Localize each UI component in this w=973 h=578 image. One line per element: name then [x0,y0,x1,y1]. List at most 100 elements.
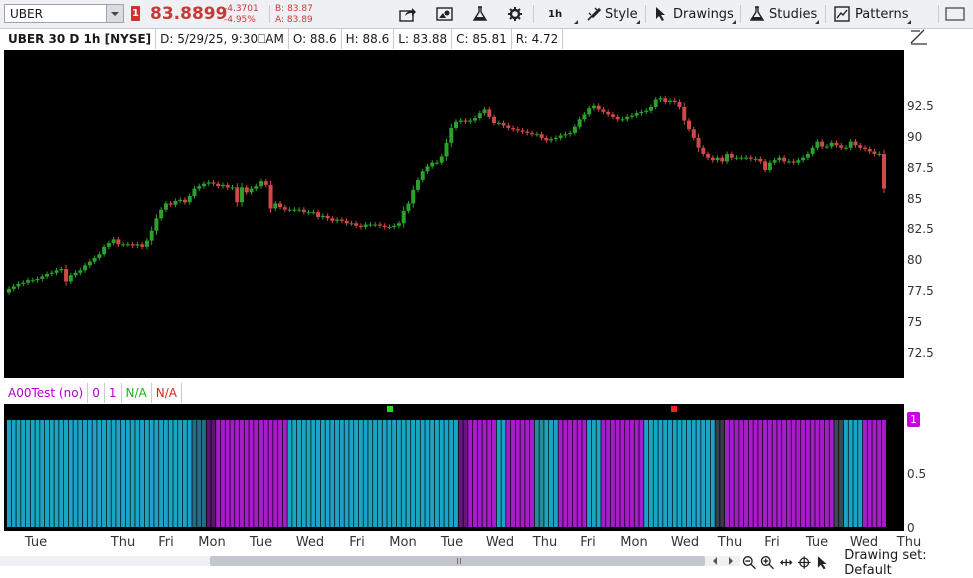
horizontal-scrollbar[interactable] [0,552,740,570]
scroll-left-icon[interactable] [711,557,719,565]
price-chart[interactable] [4,50,904,378]
share-button[interactable] [399,4,417,24]
candlestick [615,114,620,122]
timeframe-button[interactable]: 1h [548,4,579,24]
histogram-bar [715,420,720,527]
symbol-selector[interactable]: UBER [4,4,124,23]
crosshair-icon[interactable] [797,555,811,570]
study-histogram[interactable] [4,404,904,531]
candlestick [629,113,634,120]
scroll-right-icon[interactable] [727,557,735,565]
candle-body [534,134,539,136]
candle-body [7,288,11,293]
candlestick [425,163,430,174]
zoom-in-icon[interactable] [760,555,775,570]
candlestick [620,116,625,122]
candlestick [387,224,392,230]
candle-body [639,111,644,114]
zoom-out-icon[interactable] [742,555,756,570]
candle-body [739,157,744,159]
buy-signal-marker [387,406,393,412]
drawing-set-label[interactable]: Drawing set: Default [844,548,973,578]
snapshot-button[interactable] [436,4,454,24]
histogram-bar [520,420,525,527]
pan-horizontal-icon[interactable] [779,555,793,570]
patterns-button[interactable]: Patterns [834,4,911,24]
histogram-bar [16,420,21,527]
histogram-bar [510,420,516,527]
candle-body [306,212,311,214]
histogram-bar [135,420,140,527]
candle-body [549,139,554,141]
candle-body [201,183,206,187]
share-icon [399,8,416,22]
studies-button[interactable]: Studies [750,4,820,24]
study-value-badge: 1 [907,412,920,427]
alert-badge[interactable]: 1 [131,6,140,21]
candlestick [278,201,283,210]
candlestick [197,183,202,192]
candlestick [553,135,558,142]
symbol-dropdown-icon[interactable] [106,5,123,22]
time-axis[interactable]: Tue Thu Fri Mon Tue Wed Fri Mon Tue Wed Thu Fri Mon W… [4,532,921,552]
candle-body [368,224,373,226]
candle-body [568,132,573,135]
price-chart-panel[interactable] [4,50,904,378]
candle-body [591,105,596,109]
histogram-bar [106,420,111,527]
candlestick [748,155,753,162]
candle-body [235,187,240,203]
candle-body [606,111,611,115]
histogram-bar [872,420,877,527]
candle-body [496,123,501,125]
dropdown-corner-icon [906,20,911,24]
histogram-bar [268,420,273,527]
price-axis[interactable]: 92.5 90 87.5 85 82.5 80 77.5 75 72.5 [904,29,973,379]
lab-button[interactable] [472,4,488,24]
candlestick [672,98,677,105]
candlestick [720,155,725,164]
separator [269,5,270,23]
histogram-bar [125,420,130,527]
candle-body [230,187,235,189]
candlestick [406,201,411,214]
histogram-bar [453,420,458,527]
candlestick [882,149,886,193]
candlestick [320,213,325,220]
candlestick [449,123,454,148]
scrollbar-thumb[interactable] [210,556,705,566]
candle-body [259,181,264,187]
candlestick [777,155,782,163]
style-button[interactable]: Style [586,4,640,24]
histogram-bar [824,420,829,527]
settings-button[interactable] [507,4,523,24]
histogram-bar [173,420,178,527]
patterns-label: Patterns [855,6,909,22]
candle-body [11,286,16,289]
candlestick [325,213,330,221]
cursor-icon[interactable] [816,555,829,570]
candle-body [744,157,749,159]
histogram-bar [682,420,687,527]
candle-body [40,276,45,279]
drawings-button[interactable]: Drawings [654,4,736,24]
candlestick [26,277,31,286]
candlestick [663,95,668,105]
histogram-bar [82,420,88,527]
candle-body [439,156,444,163]
study-panel[interactable] [4,404,904,531]
time-tick-label: Thu [532,535,558,550]
candle-body [843,147,848,149]
layout-button[interactable] [945,4,965,24]
flask-icon [472,6,488,21]
candlestick [420,168,425,183]
candle-body [111,239,116,244]
study-axis[interactable]: 1 0.5 0 [904,404,973,535]
histogram-bar [710,420,715,527]
candlestick [273,201,278,211]
histogram-bar [596,420,601,527]
candlestick [487,106,492,120]
chart-settings-icon[interactable] [910,29,928,45]
candlestick [454,119,459,131]
price-tick-label: 80 [907,253,923,268]
